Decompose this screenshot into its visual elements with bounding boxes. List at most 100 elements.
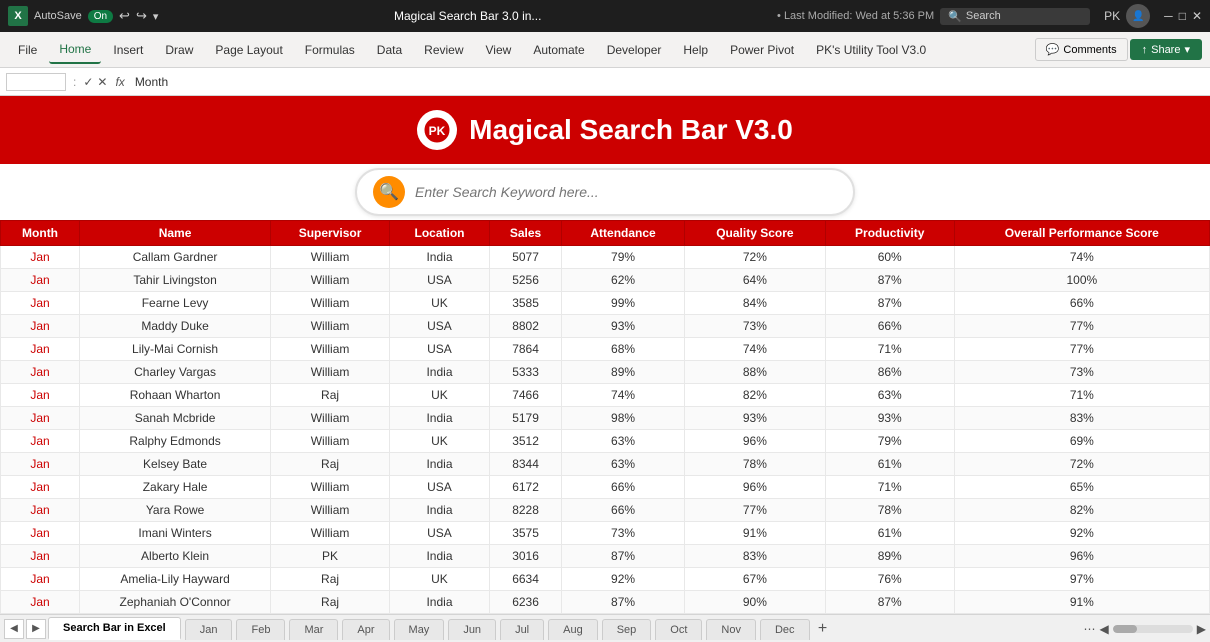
- cell-r13-c4[interactable]: 3016: [489, 545, 561, 568]
- cell-r2-c7[interactable]: 87%: [825, 292, 954, 315]
- tab-automate[interactable]: Automate: [523, 37, 594, 63]
- cell-r1-c4[interactable]: 5256: [489, 269, 561, 292]
- sheet-tab-jul[interactable]: Jul: [500, 619, 544, 640]
- add-sheet-button[interactable]: +: [812, 618, 834, 640]
- sheet-tab-oct[interactable]: Oct: [655, 619, 702, 640]
- cell-r2-c8[interactable]: 66%: [954, 292, 1209, 315]
- formula-check-icon[interactable]: ✓: [83, 75, 93, 89]
- redo-icon[interactable]: ↪: [136, 8, 147, 24]
- sheet-tab-may[interactable]: May: [394, 619, 445, 640]
- cell-r9-c1[interactable]: Kelsey Bate: [80, 453, 271, 476]
- cell-r12-c6[interactable]: 91%: [684, 522, 825, 545]
- cell-r13-c2[interactable]: PK: [271, 545, 390, 568]
- cell-r8-c2[interactable]: William: [271, 430, 390, 453]
- cell-r9-c4[interactable]: 8344: [489, 453, 561, 476]
- cell-r8-c3[interactable]: UK: [390, 430, 490, 453]
- col-header-overall-performance-score[interactable]: Overall Performance Score: [954, 221, 1209, 246]
- cell-r1-c5[interactable]: 62%: [562, 269, 685, 292]
- cell-r3-c3[interactable]: USA: [390, 315, 490, 338]
- sheet-tab-jun[interactable]: Jun: [448, 619, 496, 640]
- cell-r6-c3[interactable]: UK: [390, 384, 490, 407]
- user-initials[interactable]: PK: [1104, 9, 1120, 23]
- sheet-tab-search-bar-in-excel[interactable]: Search Bar in Excel: [48, 617, 181, 640]
- cell-r6-c6[interactable]: 82%: [684, 384, 825, 407]
- cell-r8-c4[interactable]: 3512: [489, 430, 561, 453]
- cell-r11-c4[interactable]: 8228: [489, 499, 561, 522]
- cell-r3-c2[interactable]: William: [271, 315, 390, 338]
- cell-r14-c3[interactable]: UK: [390, 568, 490, 591]
- sheet-tab-apr[interactable]: Apr: [342, 619, 389, 640]
- cell-r12-c0[interactable]: Jan: [1, 522, 80, 545]
- scroll-right-icon[interactable]: ▶: [1197, 622, 1206, 636]
- col-header-quality-score[interactable]: Quality Score: [684, 221, 825, 246]
- comments-button[interactable]: 💬 Comments: [1035, 38, 1128, 61]
- cell-r3-c6[interactable]: 73%: [684, 315, 825, 338]
- close-btn[interactable]: ✕: [1192, 9, 1202, 23]
- cell-r14-c2[interactable]: Raj: [271, 568, 390, 591]
- cell-r1-c7[interactable]: 87%: [825, 269, 954, 292]
- cell-r6-c5[interactable]: 74%: [562, 384, 685, 407]
- cell-r2-c1[interactable]: Fearne Levy: [80, 292, 271, 315]
- col-header-month[interactable]: Month: [1, 221, 80, 246]
- cell-r11-c2[interactable]: William: [271, 499, 390, 522]
- cell-r4-c0[interactable]: Jan: [1, 338, 80, 361]
- cell-r2-c0[interactable]: Jan: [1, 292, 80, 315]
- cell-r11-c0[interactable]: Jan: [1, 499, 80, 522]
- cell-r5-c6[interactable]: 88%: [684, 361, 825, 384]
- cell-r9-c8[interactable]: 72%: [954, 453, 1209, 476]
- col-header-name[interactable]: Name: [80, 221, 271, 246]
- tab-formulas[interactable]: Formulas: [295, 37, 365, 63]
- cell-r14-c7[interactable]: 76%: [825, 568, 954, 591]
- col-header-supervisor[interactable]: Supervisor: [271, 221, 390, 246]
- cell-r14-c1[interactable]: Amelia-Lily Hayward: [80, 568, 271, 591]
- cell-r2-c6[interactable]: 84%: [684, 292, 825, 315]
- cell-r15-c6[interactable]: 90%: [684, 591, 825, 614]
- cell-r4-c8[interactable]: 77%: [954, 338, 1209, 361]
- tab-developer[interactable]: Developer: [597, 37, 672, 63]
- cell-r12-c5[interactable]: 73%: [562, 522, 685, 545]
- cell-r3-c4[interactable]: 8802: [489, 315, 561, 338]
- cell-r11-c1[interactable]: Yara Rowe: [80, 499, 271, 522]
- cell-r4-c7[interactable]: 71%: [825, 338, 954, 361]
- cell-r9-c0[interactable]: Jan: [1, 453, 80, 476]
- cell-r10-c5[interactable]: 66%: [562, 476, 685, 499]
- title-search-box[interactable]: 🔍 Search: [940, 8, 1090, 25]
- cell-r5-c3[interactable]: India: [390, 361, 490, 384]
- cell-r13-c3[interactable]: India: [390, 545, 490, 568]
- cell-r14-c0[interactable]: Jan: [1, 568, 80, 591]
- cell-r7-c6[interactable]: 93%: [684, 407, 825, 430]
- cell-r12-c7[interactable]: 61%: [825, 522, 954, 545]
- search-container[interactable]: 🔍: [355, 168, 855, 216]
- cell-r12-c1[interactable]: Imani Winters: [80, 522, 271, 545]
- cell-r10-c6[interactable]: 96%: [684, 476, 825, 499]
- cell-r11-c7[interactable]: 78%: [825, 499, 954, 522]
- cell-reference[interactable]: B6: [6, 73, 66, 91]
- scroll-left-icon[interactable]: ◀: [1100, 622, 1109, 636]
- cell-r5-c0[interactable]: Jan: [1, 361, 80, 384]
- cell-r4-c5[interactable]: 68%: [562, 338, 685, 361]
- undo-icon[interactable]: ↩: [119, 8, 130, 24]
- cell-r10-c2[interactable]: William: [271, 476, 390, 499]
- autosave-toggle[interactable]: On: [88, 10, 113, 23]
- cell-r10-c4[interactable]: 6172: [489, 476, 561, 499]
- tab-prev-btn[interactable]: ◀: [4, 619, 24, 639]
- cell-r13-c1[interactable]: Alberto Klein: [80, 545, 271, 568]
- tab-power-pivot[interactable]: Power Pivot: [720, 37, 804, 63]
- cell-r3-c8[interactable]: 77%: [954, 315, 1209, 338]
- col-header-productivity[interactable]: Productivity: [825, 221, 954, 246]
- cell-r0-c4[interactable]: 5077: [489, 246, 561, 269]
- formula-cancel-icon[interactable]: ✕: [97, 75, 107, 89]
- cell-r5-c8[interactable]: 73%: [954, 361, 1209, 384]
- tab-page-layout[interactable]: Page Layout: [205, 37, 292, 63]
- col-header-location[interactable]: Location: [390, 221, 490, 246]
- cell-r9-c6[interactable]: 78%: [684, 453, 825, 476]
- tab-next-btn[interactable]: ▶: [26, 619, 46, 639]
- cell-r14-c5[interactable]: 92%: [562, 568, 685, 591]
- cell-r3-c1[interactable]: Maddy Duke: [80, 315, 271, 338]
- share-button[interactable]: ↑ Share ▾: [1130, 39, 1202, 60]
- cell-r8-c8[interactable]: 69%: [954, 430, 1209, 453]
- cell-r5-c5[interactable]: 89%: [562, 361, 685, 384]
- cell-r0-c3[interactable]: India: [390, 246, 490, 269]
- cell-r10-c0[interactable]: Jan: [1, 476, 80, 499]
- col-header-sales[interactable]: Sales: [489, 221, 561, 246]
